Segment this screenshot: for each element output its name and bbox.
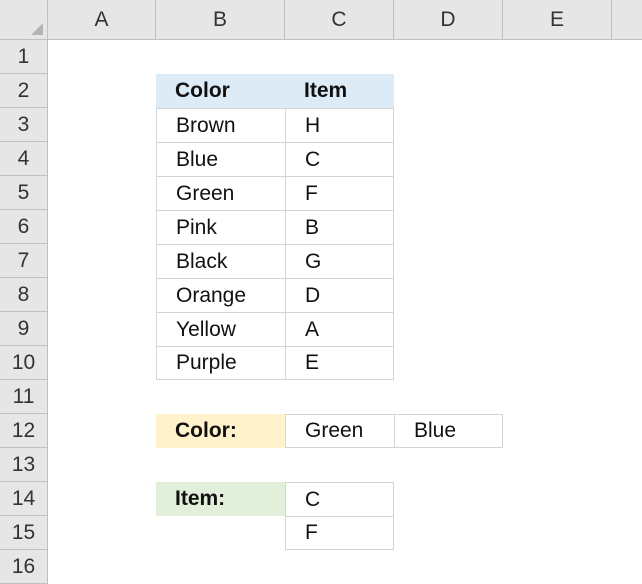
column-header-b[interactable]: B bbox=[156, 0, 285, 40]
table-cell-item[interactable]: G bbox=[285, 244, 394, 279]
row-header-7[interactable]: 7 bbox=[0, 244, 48, 278]
table-cell-item[interactable]: A bbox=[285, 312, 394, 347]
column-header-d[interactable]: D bbox=[394, 0, 503, 40]
color-criteria-value[interactable]: Green bbox=[285, 414, 395, 448]
table-cell-color[interactable]: Black bbox=[156, 244, 286, 279]
row-header-6[interactable]: 6 bbox=[0, 210, 48, 244]
row-header-5[interactable]: 5 bbox=[0, 176, 48, 210]
column-header-c[interactable]: C bbox=[285, 0, 394, 40]
row-header-10[interactable]: 10 bbox=[0, 346, 48, 380]
select-all-button[interactable] bbox=[0, 0, 48, 40]
table-cell-item[interactable]: F bbox=[285, 176, 394, 211]
select-all-triangle-icon bbox=[31, 23, 43, 35]
row-header-11[interactable]: 11 bbox=[0, 380, 48, 414]
table-header-color[interactable]: Color bbox=[156, 74, 285, 108]
column-header-a[interactable]: A bbox=[48, 0, 156, 40]
row-header-16[interactable]: 16 bbox=[0, 550, 48, 584]
table-cell-item[interactable]: H bbox=[285, 108, 394, 143]
column-header-e[interactable]: E bbox=[503, 0, 612, 40]
column-header-overflow bbox=[612, 0, 642, 40]
table-cell-color[interactable]: Blue bbox=[156, 142, 286, 177]
item-result-label[interactable]: Item: bbox=[156, 482, 285, 516]
table-cell-color[interactable]: Yellow bbox=[156, 312, 286, 347]
table-cell-item[interactable]: C bbox=[285, 142, 394, 177]
table-cell-color[interactable]: Brown bbox=[156, 108, 286, 143]
row-header-15[interactable]: 15 bbox=[0, 516, 48, 550]
color-criteria-value[interactable]: Blue bbox=[394, 414, 503, 448]
row-header-13[interactable]: 13 bbox=[0, 448, 48, 482]
row-header-1[interactable]: 1 bbox=[0, 40, 48, 74]
table-cell-color[interactable]: Orange bbox=[156, 278, 286, 313]
table-cell-color[interactable]: Purple bbox=[156, 346, 286, 380]
table-cell-color[interactable]: Green bbox=[156, 176, 286, 211]
row-header-12[interactable]: 12 bbox=[0, 414, 48, 448]
table-cell-item[interactable]: E bbox=[285, 346, 394, 380]
row-header-4[interactable]: 4 bbox=[0, 142, 48, 176]
row-header-3[interactable]: 3 bbox=[0, 108, 48, 142]
row-header-8[interactable]: 8 bbox=[0, 278, 48, 312]
row-header-14[interactable]: 14 bbox=[0, 482, 48, 516]
table-cell-color[interactable]: Pink bbox=[156, 210, 286, 245]
table-cell-item[interactable]: B bbox=[285, 210, 394, 245]
table-header-item[interactable]: Item bbox=[285, 74, 394, 108]
row-header-2[interactable]: 2 bbox=[0, 74, 48, 108]
spreadsheet-grid: A B C D E 1 2 3 4 5 6 7 8 9 10 11 12 13 … bbox=[0, 0, 642, 584]
item-result-value[interactable]: C bbox=[285, 482, 394, 517]
table-cell-item[interactable]: D bbox=[285, 278, 394, 313]
item-result-value[interactable]: F bbox=[285, 516, 394, 550]
color-criteria-label[interactable]: Color: bbox=[156, 414, 285, 448]
row-header-9[interactable]: 9 bbox=[0, 312, 48, 346]
